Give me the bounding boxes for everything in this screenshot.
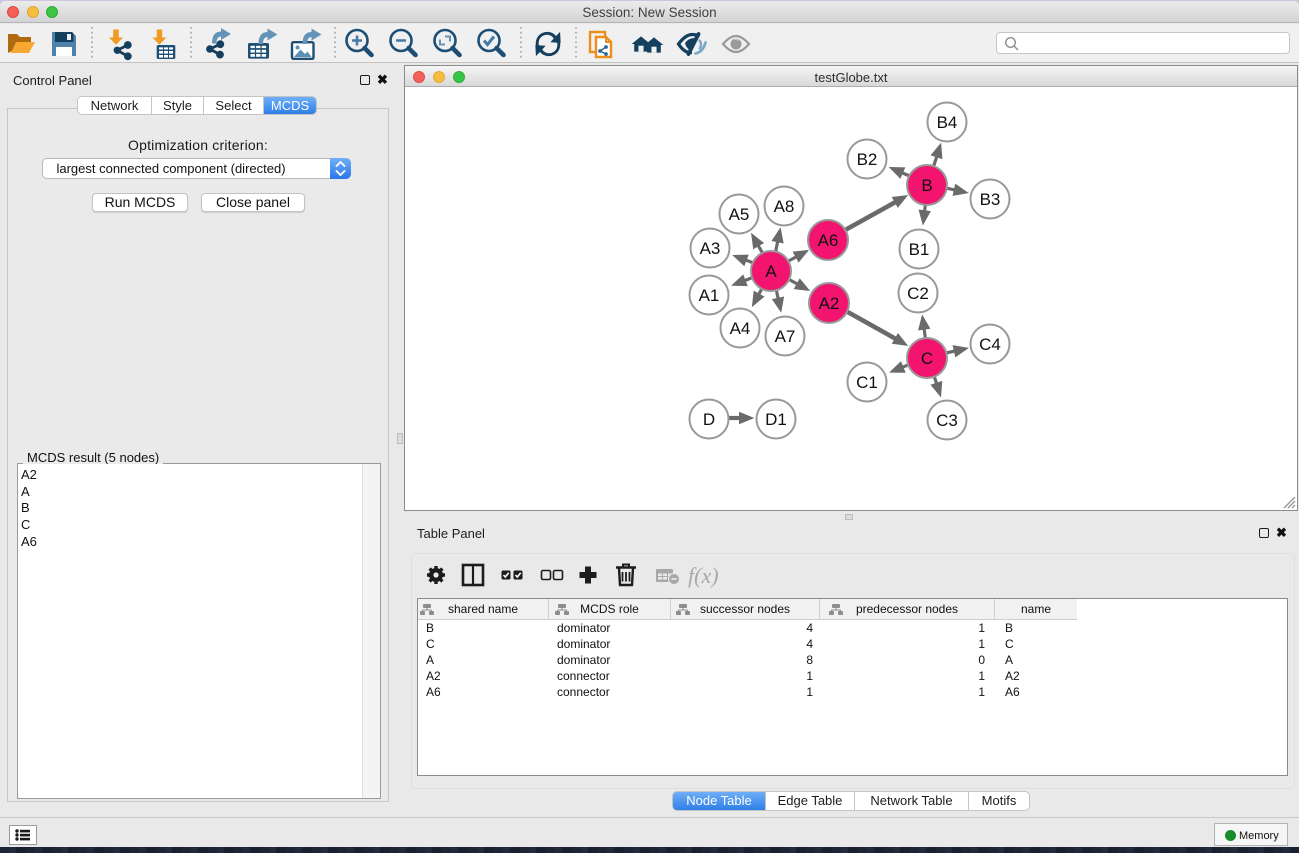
svg-text:A5: A5 (729, 205, 750, 224)
svg-text:B2: B2 (857, 150, 878, 169)
svg-text:A7: A7 (775, 327, 796, 346)
svg-text:D1: D1 (765, 410, 787, 429)
svg-text:B: B (921, 176, 932, 195)
svg-text:B4: B4 (937, 113, 958, 132)
svg-text:C3: C3 (936, 411, 958, 430)
svg-text:A1: A1 (699, 286, 720, 305)
svg-text:A: A (765, 262, 777, 281)
svg-text:C2: C2 (907, 284, 929, 303)
svg-text:A3: A3 (700, 239, 721, 258)
svg-text:A4: A4 (730, 319, 751, 338)
svg-text:f(x): f(x) (688, 563, 719, 588)
svg-text:C4: C4 (979, 335, 1001, 354)
svg-text:D: D (703, 410, 715, 429)
svg-text:A2: A2 (819, 294, 840, 313)
svg-text:A6: A6 (818, 231, 839, 250)
svg-text:C1: C1 (856, 373, 878, 392)
svg-text:A8: A8 (774, 197, 795, 216)
svg-text:B3: B3 (980, 190, 1001, 209)
svg-text:B1: B1 (909, 240, 930, 259)
svg-text:C: C (921, 349, 933, 368)
